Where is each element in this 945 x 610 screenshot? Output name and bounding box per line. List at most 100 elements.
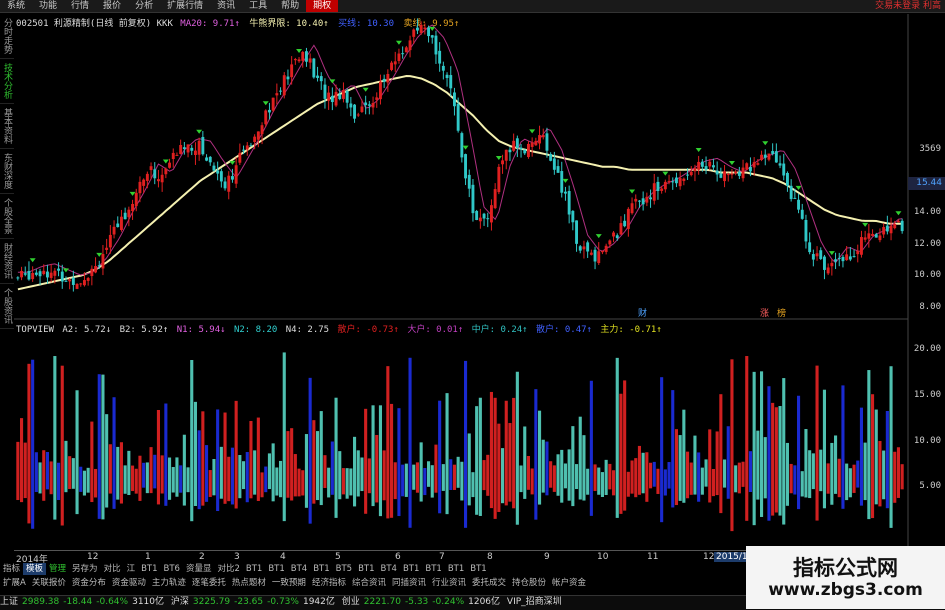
side-tab-finance-news[interactable]: 財经资讯 (0, 239, 14, 284)
tab-template[interactable]: 模板 (23, 563, 47, 575)
tab-econ-indicators[interactable]: 经济指标 (309, 577, 349, 589)
tab-ext-a[interactable]: 扩展A (0, 577, 29, 589)
tab-order-by-order[interactable]: 逐笔委托 (189, 577, 229, 589)
candle-body (412, 29, 416, 37)
tab-bt1[interactable]: BT1 (138, 563, 160, 575)
cy-index-label[interactable]: 创业 (342, 597, 360, 607)
volume-bar (116, 446, 120, 500)
candle-body (449, 75, 453, 89)
tab-fund-distribution[interactable]: 资金分布 (69, 577, 109, 589)
tab-order-fill[interactable]: 委托成交 (469, 577, 509, 589)
hs-index-label[interactable]: 沪深 (171, 597, 189, 607)
menu-item-news[interactable]: 资讯 (210, 0, 242, 12)
candle-body (238, 152, 242, 163)
volume-bar (586, 468, 590, 495)
tab-related-quotes[interactable]: 关联报价 (29, 577, 69, 589)
tab-hot-topics[interactable]: 热点题材 (229, 577, 269, 589)
vip-channel[interactable]: VIP_招商深圳 (507, 597, 562, 607)
candle-body (123, 212, 127, 220)
candle-body (545, 133, 549, 151)
tab-account-funds[interactable]: 帐户资金 (549, 577, 589, 589)
tab-related-news[interactable]: 同插资讯 (389, 577, 429, 589)
volume-bar (371, 405, 375, 507)
menu-item-price[interactable]: 报价 (96, 0, 128, 12)
candle-body (819, 250, 823, 259)
volume-bar (486, 454, 490, 496)
menu-item-analysis[interactable]: 分析 (128, 0, 160, 12)
candle-body (349, 103, 353, 108)
candle-body (168, 162, 171, 168)
candle-body (34, 272, 38, 275)
login-status[interactable]: 交易未登录 利高 (875, 0, 941, 12)
candle-body (549, 154, 553, 161)
candle-body (201, 136, 205, 155)
menu-item-help[interactable]: 帮助 (274, 0, 306, 12)
volume-bar (800, 471, 804, 497)
side-tab-intraday[interactable]: 分时走势 (0, 14, 14, 59)
tab-bt[interactable]: BT1 (355, 563, 377, 575)
kline-chart[interactable]: 财 涨榜 (0, 0, 945, 609)
candle-body (786, 172, 789, 186)
candle-body (23, 273, 27, 275)
tab-bt[interactable]: BT1 (400, 563, 422, 575)
menu-item-tools[interactable]: 工具 (242, 0, 274, 12)
volume-bar (279, 460, 283, 498)
candle-body (656, 181, 660, 192)
menu-item-quotes[interactable]: 行情 (64, 0, 96, 12)
tab-save-as[interactable]: 另存为 (69, 563, 101, 575)
cy-index-volume: 1206亿 (468, 597, 501, 607)
volume-bar (423, 467, 427, 496)
tab-industry-news[interactable]: 行业资讯 (429, 577, 469, 589)
indicator-n2: N2: 8.20 (233, 325, 278, 335)
volume-bar (227, 456, 231, 502)
tab-bt[interactable]: BT1 (310, 563, 332, 575)
tab-bt[interactable]: BT1 (265, 563, 287, 575)
tab-bt[interactable]: BT1 (445, 563, 467, 575)
tab-fund-driver[interactable]: 资金驱动 (109, 577, 149, 589)
sh-index-label[interactable]: 上证 (0, 597, 18, 607)
volume-bar (804, 429, 808, 498)
indicator-name: TOPVIEW (16, 325, 54, 335)
side-tab-stock-news[interactable]: 个股资讯 (0, 284, 14, 329)
tab-jiang[interactable]: 江 (124, 563, 139, 575)
tab-general-news[interactable]: 综合资讯 (349, 577, 389, 589)
candle-body (16, 277, 20, 279)
tab-bt[interactable]: BT4 (378, 563, 400, 575)
tab-compare2[interactable]: 对比2 (214, 563, 242, 575)
side-tab-technical[interactable]: 技术分析 (0, 59, 14, 104)
sh-index-value: 2989.38 (22, 597, 60, 607)
menu-item-system[interactable]: 系统 (0, 0, 32, 12)
candle-body (245, 145, 249, 150)
tab-indicator[interactable]: 指标 (0, 563, 23, 575)
volume-bar (390, 403, 394, 518)
tab-manage[interactable]: 管理 (46, 563, 69, 575)
tab-bt[interactable]: BT5 (333, 563, 355, 575)
side-tab-depth[interactable]: 东财深度 (0, 149, 14, 194)
tab-consensus[interactable]: 一致预期 (269, 577, 309, 589)
side-tab-fundamentals[interactable]: 基本资料 (0, 104, 14, 149)
volume-bar (412, 464, 416, 490)
menu-item-ext-quotes[interactable]: 扩展行情 (160, 0, 210, 12)
volume-bar (123, 465, 127, 494)
tab-bt[interactable]: BT1 (467, 563, 489, 575)
menu-item-function[interactable]: 功能 (32, 0, 64, 12)
tab-compare[interactable]: 对比 (101, 563, 124, 575)
candle-body (49, 272, 53, 278)
side-tab-overview[interactable]: 个股全景 (0, 194, 14, 239)
candle-body (308, 58, 312, 63)
volume-bar (896, 447, 900, 498)
tab-volume-show[interactable]: 资量显 (183, 563, 215, 575)
buy-signal-marker (629, 189, 636, 194)
candle-body (57, 268, 60, 271)
volume-bar (604, 459, 608, 495)
tab-holdings[interactable]: 持仓股份 (509, 577, 549, 589)
tab-bt[interactable]: BT1 (422, 563, 444, 575)
tab-bt[interactable]: BT1 (243, 563, 265, 575)
menu-item-options[interactable]: 期权 (306, 0, 339, 12)
candle-body (256, 131, 260, 140)
volume-bar (549, 461, 553, 488)
tab-bt[interactable]: BT4 (288, 563, 310, 575)
tab-bt6[interactable]: BT6 (161, 563, 183, 575)
tab-main-track[interactable]: 主力轨迹 (149, 577, 189, 589)
buy-signal-marker (862, 222, 869, 227)
